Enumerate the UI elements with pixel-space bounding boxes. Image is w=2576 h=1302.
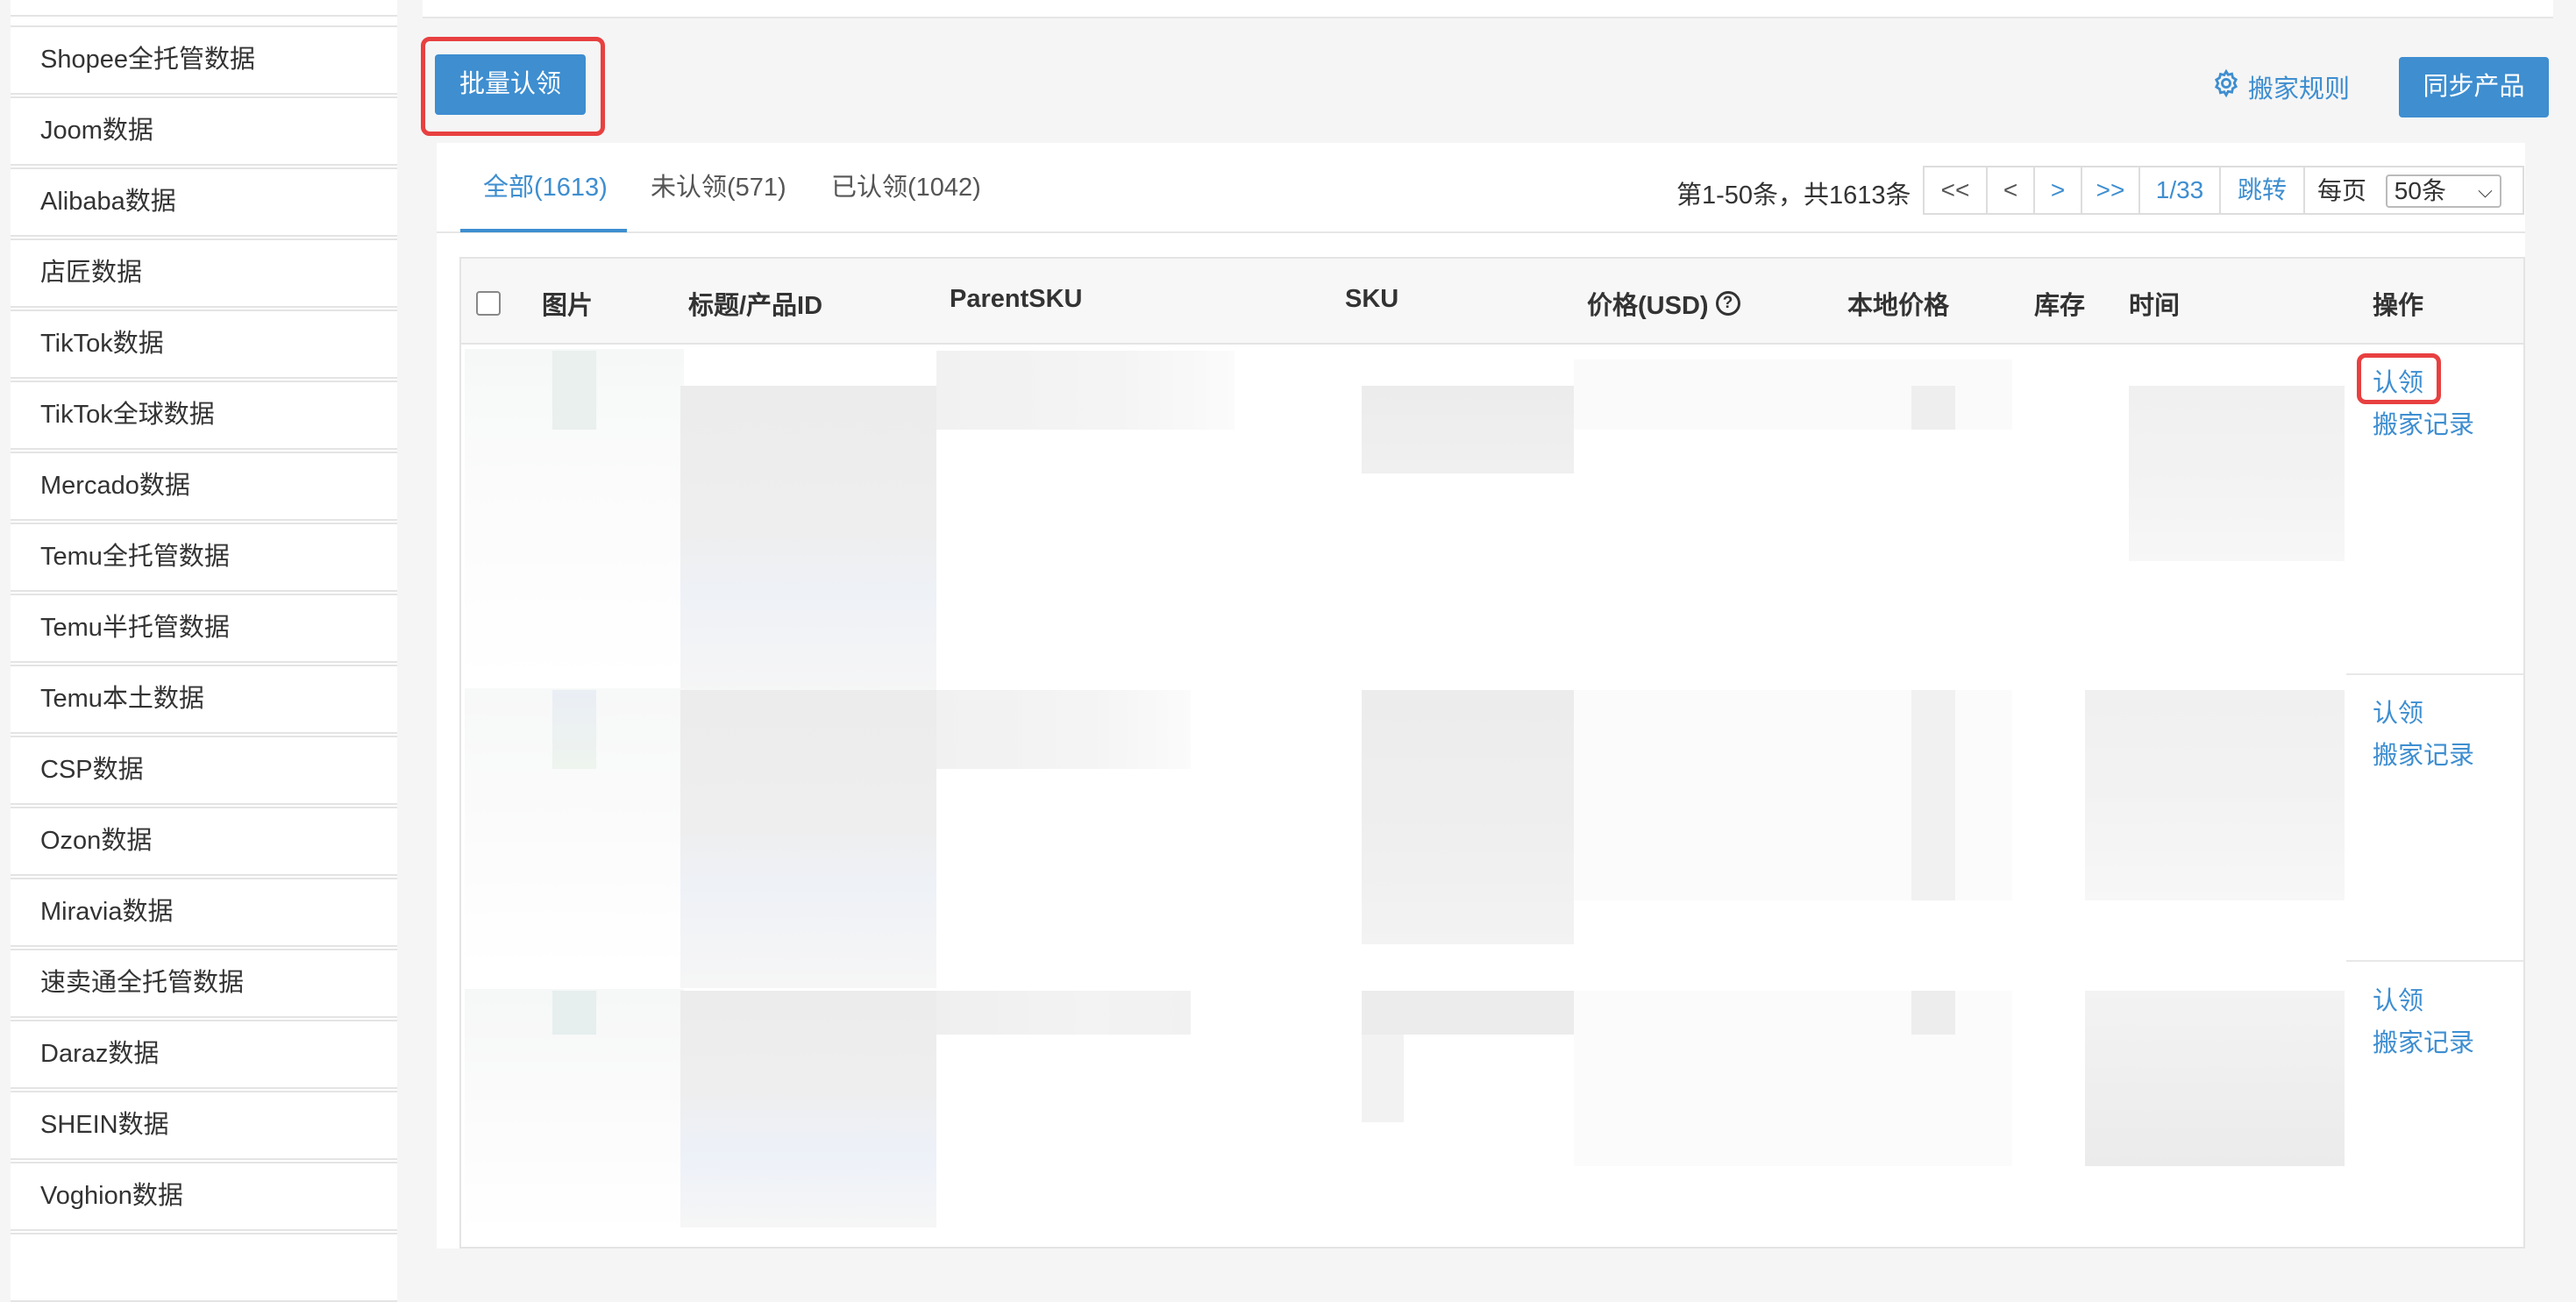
blurred-parentsku-cell xyxy=(936,991,1191,1035)
col-image: 图片 xyxy=(542,292,594,320)
tab-active-indicator xyxy=(460,229,627,232)
claim-link[interactable]: 认领 xyxy=(2373,693,2423,729)
sidebar-item-temu-full-managed[interactable]: Temu全托管数据 xyxy=(11,523,397,592)
sidebar-item-joom[interactable]: Joom数据 xyxy=(11,96,397,166)
blurred-sku-cell xyxy=(1362,386,1574,473)
blurred-image-swatch xyxy=(552,690,596,769)
blurred-title-cell xyxy=(680,386,936,701)
blurred-sku-cell xyxy=(1362,991,1574,1035)
blurred-time-cell xyxy=(2085,690,2345,900)
last-page-button[interactable]: >> xyxy=(2082,167,2140,213)
sidebar-item-mercado[interactable]: Mercado数据 xyxy=(11,452,397,521)
per-page-label: 每页 xyxy=(2317,177,2367,204)
blurred-time-cell xyxy=(2085,991,2345,1166)
sidebar-item-shein[interactable]: SHEIN数据 xyxy=(11,1091,397,1160)
top-card-edge xyxy=(423,0,2553,18)
next-page-button[interactable]: > xyxy=(2035,167,2082,213)
sidebar-item-partial-bottom[interactable] xyxy=(11,1233,397,1302)
col-local-price: 本地价格 xyxy=(1847,292,1950,320)
sidebar-item-alibaba[interactable]: Alibaba数据 xyxy=(11,167,397,237)
sidebar-item-aliexpress-full-managed[interactable]: 速卖通全托管数据 xyxy=(11,949,397,1018)
sidebar-item-shopee-full-managed[interactable]: Shopee全托管数据 xyxy=(11,25,397,95)
pagination: << < > >> 1/33 跳转 每页 50条 ⌵ xyxy=(1923,166,2524,215)
sidebar-item-csp[interactable]: CSP数据 xyxy=(11,736,397,805)
chevron-down-icon: ⌵ xyxy=(2478,180,2493,202)
sidebar-item-miravia[interactable]: Miravia数据 xyxy=(11,878,397,947)
sidebar-item-daraz[interactable]: Daraz数据 xyxy=(11,1020,397,1089)
page-indicator: 1/33 xyxy=(2140,167,2221,213)
blurred-sku-cell xyxy=(1362,690,1574,944)
tabs-divider xyxy=(437,231,2525,233)
claim-link[interactable]: 认领 xyxy=(2373,980,2423,1017)
sync-products-button[interactable]: 同步产品 xyxy=(2399,57,2549,117)
prev-page-button[interactable]: < xyxy=(1988,167,2035,213)
row-separator xyxy=(2346,960,2523,962)
move-history-link[interactable]: 搬家记录 xyxy=(2373,735,2474,772)
sidebar-item-tiktok[interactable]: TikTok数据 xyxy=(11,309,397,379)
col-title-product-id: 标题/产品ID xyxy=(688,292,823,320)
move-rules-link[interactable]: 搬家规则 xyxy=(2211,68,2350,106)
blurred-parentsku-cell xyxy=(936,351,1235,430)
blurred-stock-cell xyxy=(1911,991,1955,1035)
sidebar-item-temu-local[interactable]: Temu本土数据 xyxy=(11,665,397,734)
move-rules-label: 搬家规则 xyxy=(2248,75,2351,103)
first-page-button[interactable]: << xyxy=(1925,167,1988,213)
per-page-control: 每页 50条 ⌵ xyxy=(2305,167,2523,213)
blurred-title-cell xyxy=(680,991,936,1227)
gear-icon xyxy=(2211,68,2241,105)
col-price-usd-label: 价格(USD) xyxy=(1587,292,1709,320)
blurred-parentsku-cell xyxy=(936,690,1191,769)
sidebar-item-shopee-full-managed-partial[interactable]: Shopee全托管数据 xyxy=(11,0,397,17)
col-parent-sku: ParentSKU xyxy=(950,285,1083,313)
per-page-value: 50条 xyxy=(2394,177,2446,204)
row-separator xyxy=(2346,673,2523,675)
tab-claimed[interactable]: 已认领(1042) xyxy=(831,172,981,203)
sidebar-item-tiktok-global[interactable]: TikTok全球数据 xyxy=(11,381,397,450)
blurred-title-cell xyxy=(680,690,936,988)
batch-claim-button[interactable]: 批量认领 xyxy=(435,54,586,115)
col-stock: 库存 xyxy=(2034,292,2086,320)
sidebar-item-dianjiang[interactable]: 店匠数据 xyxy=(11,238,397,308)
help-icon[interactable]: ? xyxy=(1715,291,1740,316)
claim-link[interactable]: 认领 xyxy=(2373,362,2423,399)
jump-button[interactable]: 跳转 xyxy=(2221,167,2305,213)
blurred-image-swatch xyxy=(552,991,596,1035)
blurred-stock-cell xyxy=(1911,690,1955,900)
col-actions: 操作 xyxy=(2373,292,2424,320)
col-price-usd: 价格(USD) ? xyxy=(1587,285,1740,322)
blurred-time-cell xyxy=(2129,386,2345,561)
tab-all[interactable]: 全部(1613) xyxy=(483,172,608,203)
tab-unclaimed[interactable]: 未认领(571) xyxy=(651,172,786,203)
sidebar-item-temu-semi-managed[interactable]: Temu半托管数据 xyxy=(11,594,397,663)
blurred-sku-cell-2 xyxy=(1362,1035,1404,1122)
per-page-select[interactable]: 50条 ⌵ xyxy=(2385,174,2501,208)
sidebar-item-ozon[interactable]: Ozon数据 xyxy=(11,807,397,876)
blurred-stock-cell xyxy=(1911,386,1955,430)
blurred-image-swatch xyxy=(552,351,596,430)
move-history-link[interactable]: 搬家记录 xyxy=(2373,1022,2474,1059)
select-all-checkbox[interactable] xyxy=(476,291,501,316)
col-sku: SKU xyxy=(1345,285,1399,313)
pagination-info: 第1-50条，共1613条 xyxy=(1676,181,1911,210)
sidebar-item-voghion[interactable]: Voghion数据 xyxy=(11,1162,397,1231)
sidebar: Shopee全托管数据 Shopee全托管数据 Joom数据 Alibaba数据… xyxy=(11,0,397,1302)
col-time: 时间 xyxy=(2129,292,2181,320)
move-history-link[interactable]: 搬家记录 xyxy=(2373,404,2474,441)
